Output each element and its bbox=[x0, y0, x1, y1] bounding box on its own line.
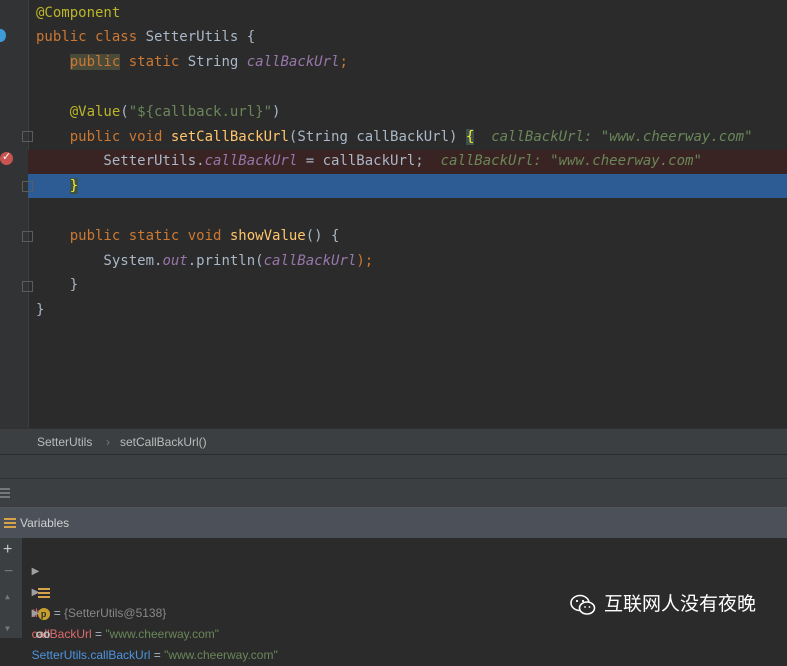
code-line[interactable]: } bbox=[36, 298, 44, 323]
breadcrumb-method[interactable]: setCallBackUrl() bbox=[120, 435, 207, 449]
code-token: callBackUrl bbox=[204, 153, 298, 170]
code-token: callBackUrl bbox=[246, 54, 340, 71]
frames-icon[interactable] bbox=[0, 488, 10, 498]
code-line[interactable]: System.out.println(callBackUrl); bbox=[36, 249, 373, 274]
code-token: setCallBackUrl bbox=[170, 128, 289, 145]
code-token: SetterUtils { bbox=[145, 29, 256, 46]
code-line[interactable]: public class SetterUtils { bbox=[36, 25, 255, 50]
code-line[interactable]: @Component bbox=[36, 1, 120, 26]
watermark: 互联网人没有夜晚 bbox=[570, 589, 756, 616]
code-token: @Component bbox=[36, 4, 121, 21]
parameter-icon: p bbox=[37, 607, 50, 620]
code-token: out bbox=[162, 252, 188, 269]
watch-icon: oo bbox=[35, 627, 51, 641]
variable-name: SetterUtils.callBackUrl bbox=[31, 648, 151, 662]
code-token: public static void bbox=[69, 227, 230, 244]
code-token: callBackUrl bbox=[263, 252, 357, 269]
code-token: public void bbox=[69, 128, 171, 145]
code-token: = callBackUrl; bbox=[297, 153, 424, 170]
variable-row-watch[interactable]: ▶ oo SetterUtils.callBackUrl = "www.chee… bbox=[25, 581, 278, 662]
expand-arrow-icon[interactable]: ▶ bbox=[32, 608, 40, 619]
breadcrumb-separator: › bbox=[106, 435, 110, 449]
move-up-icon[interactable]: ▲ bbox=[5, 592, 10, 601]
inline-value-hint: callBackUrl: "www.cheerway.com" bbox=[423, 153, 702, 170]
fold-marker-icon[interactable] bbox=[22, 231, 33, 242]
breadcrumb: SetterUtils › setCallBackUrl() bbox=[0, 428, 787, 455]
variables-header: Variables bbox=[0, 507, 787, 538]
code-token: } bbox=[36, 277, 79, 294]
code-token: System. bbox=[36, 252, 163, 269]
variable-row-this[interactable]: ▶ this = {SetterUtils@5138} bbox=[25, 539, 167, 620]
code-token: } bbox=[69, 178, 79, 195]
code-token: "${callback.url}" bbox=[128, 103, 273, 120]
breakpoint-check-icon: ✓ bbox=[2, 150, 12, 163]
variable-equals: = bbox=[50, 606, 65, 620]
variables-icon bbox=[4, 518, 16, 528]
code-token: static bbox=[120, 54, 188, 71]
code-token: .println( bbox=[187, 252, 264, 269]
code-token: SetterUtils. bbox=[36, 153, 205, 170]
code-token: public class bbox=[36, 29, 146, 46]
code-token: ( bbox=[120, 103, 129, 120]
code-token: @Value bbox=[69, 103, 121, 120]
code-line[interactable]: public void setCallBackUrl(String callBa… bbox=[36, 125, 753, 150]
variables-side-toolbar: + − ▲ ▼ bbox=[0, 538, 23, 638]
code-line[interactable]: } bbox=[36, 174, 79, 199]
editor-gutter[interactable] bbox=[0, 0, 29, 428]
code-token: } bbox=[36, 302, 45, 319]
fold-marker-icon[interactable] bbox=[22, 131, 33, 142]
code-token: String bbox=[187, 54, 247, 71]
remove-watch-button[interactable]: − bbox=[4, 563, 13, 581]
code-line[interactable]: } bbox=[36, 273, 78, 298]
variable-value: "www.cheerway.com" bbox=[164, 648, 278, 662]
variable-value: {SetterUtils@5138} bbox=[64, 606, 167, 620]
code-token: (String callBackUrl) bbox=[288, 128, 466, 145]
code-line[interactable]: public static void showValue() { bbox=[36, 224, 340, 249]
variable-row-callbackurl[interactable]: ▶ p callBackUrl = "www.cheerway.com" bbox=[25, 560, 219, 641]
variable-equals: = bbox=[91, 627, 106, 641]
watermark-text: 互联网人没有夜晚 bbox=[604, 593, 757, 615]
code-token: showValue bbox=[229, 227, 306, 244]
add-watch-button[interactable]: + bbox=[3, 541, 12, 559]
code-token: () { bbox=[305, 227, 340, 244]
move-down-icon[interactable]: ▼ bbox=[5, 624, 10, 633]
panel-splitter[interactable] bbox=[0, 454, 787, 479]
wechat-icon bbox=[570, 594, 596, 615]
code-line[interactable]: public static String callBackUrl; bbox=[36, 50, 348, 75]
fold-marker-icon[interactable] bbox=[22, 281, 33, 292]
variable-value: "www.cheerway.com" bbox=[105, 627, 220, 641]
execution-line-highlight bbox=[28, 174, 787, 198]
breadcrumb-class[interactable]: SetterUtils bbox=[37, 435, 92, 449]
code-line[interactable]: SetterUtils.callBackUrl = callBackUrl; c… bbox=[36, 149, 702, 174]
variables-title: Variables bbox=[20, 516, 70, 530]
inline-value-hint: callBackUrl: "www.cheerway.com" bbox=[474, 128, 753, 145]
code-token: ; bbox=[339, 54, 348, 71]
variable-equals: = bbox=[150, 648, 165, 662]
code-token: public bbox=[69, 54, 121, 71]
code-token: ) bbox=[272, 103, 281, 120]
code-token: ); bbox=[356, 252, 374, 269]
debug-toolbar bbox=[0, 478, 787, 507]
fold-marker-icon[interactable] bbox=[22, 181, 33, 192]
code-line[interactable]: @Value("${callback.url}") bbox=[36, 100, 281, 125]
